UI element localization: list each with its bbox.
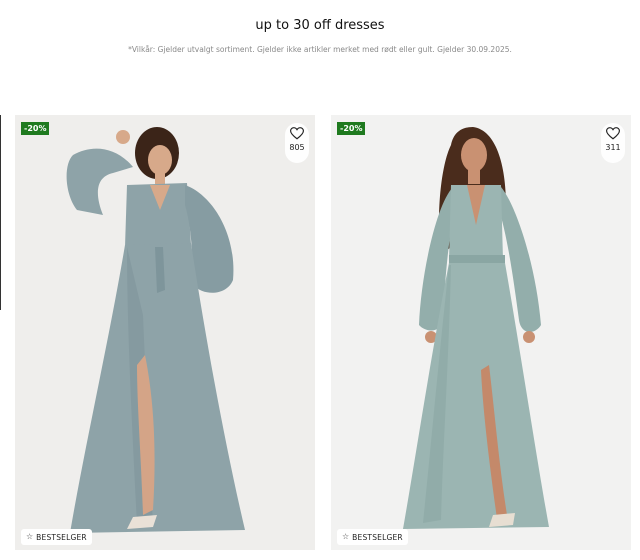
favorite-button[interactable]: 805: [285, 123, 309, 163]
edge-divider: [0, 115, 1, 310]
bestseller-badge: ☆ BESTSELGER: [337, 529, 408, 545]
favorite-count: 311: [605, 143, 621, 152]
bestseller-badge: ☆ BESTSELGER: [21, 529, 92, 545]
favorite-count: 805: [289, 143, 305, 152]
bestseller-label: BESTSELGER: [352, 532, 403, 542]
favorite-button[interactable]: 311: [601, 123, 625, 163]
product-card[interactable]: -20% 311 ☆ BESTSELGER: [331, 115, 631, 550]
product-card[interactable]: -20% 805 ☆ BESTSELGER: [15, 115, 315, 550]
product-image[interactable]: [15, 115, 315, 550]
promo-title: up to 30 off dresses: [255, 18, 385, 33]
promo-terms: *Vilkår: Gjelder utvalgt sortiment. Gjel…: [128, 45, 512, 54]
star-icon: ☆: [26, 532, 34, 541]
heart-icon: [290, 127, 304, 140]
star-icon: ☆: [342, 532, 350, 541]
bestseller-label: BESTSELGER: [36, 532, 87, 542]
heart-icon: [606, 127, 620, 140]
discount-badge: -20%: [21, 122, 50, 135]
product-image[interactable]: [331, 115, 631, 550]
discount-badge: -20%: [337, 122, 366, 135]
